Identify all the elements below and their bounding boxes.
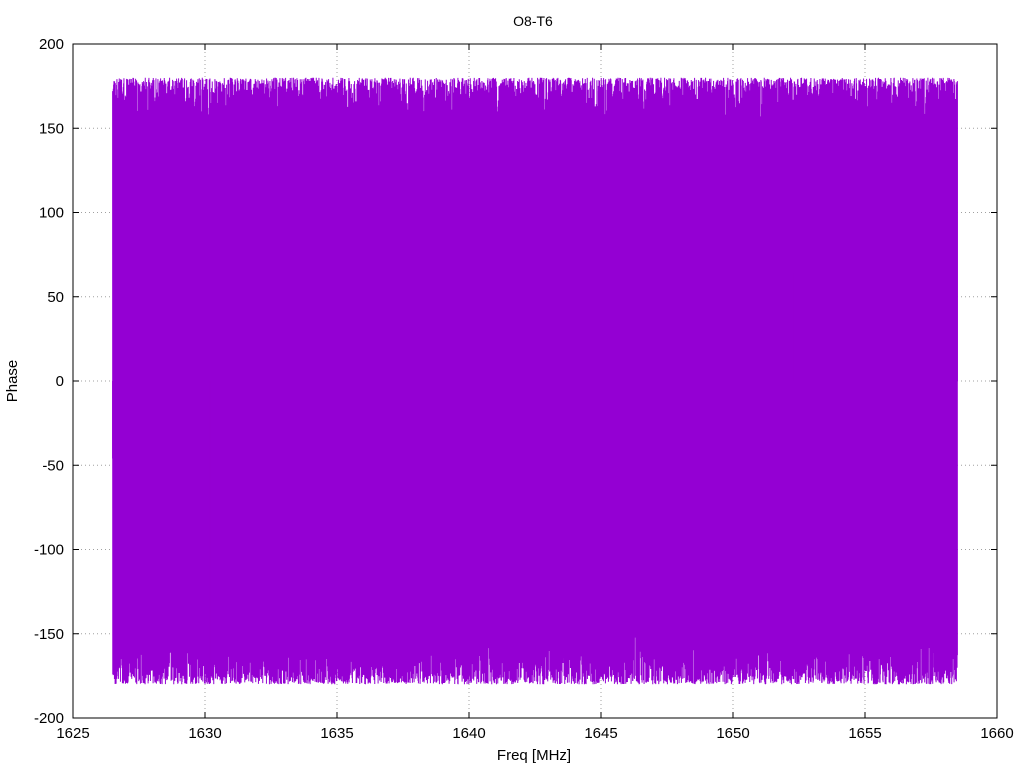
x-tick-label: 1645	[584, 725, 617, 742]
y-tick-labels: 200 150 100 50 0 -50 -100 -150 -200	[34, 36, 64, 727]
y-tick-label: 150	[39, 120, 64, 137]
chart-title: O8-T6	[513, 13, 553, 29]
y-tick-label: 100	[39, 205, 64, 222]
y-tick-label: -100	[34, 542, 64, 559]
y-tick-label: -150	[34, 626, 64, 643]
y-tick-label: 200	[39, 36, 64, 53]
x-tick-label: 1660	[980, 725, 1013, 742]
y-tick-label: 50	[47, 289, 64, 306]
phase-chart: 1625 1630 1635 1640 1645 1650 1655 1660 200 150 1…	[4, 13, 1014, 764]
x-tick-label: 1635	[320, 725, 353, 742]
y-tick-label: -50	[42, 457, 64, 474]
y-tick-label: 0	[56, 373, 64, 390]
y-axis-title: Phase	[4, 360, 21, 403]
x-tick-label: 1630	[188, 725, 221, 742]
x-tick-label: 1640	[452, 725, 485, 742]
x-axis-title: Freq [MHz]	[497, 747, 571, 764]
y-tick-label: -200	[34, 710, 64, 727]
x-tick-label: 1655	[848, 725, 881, 742]
x-tick-label: 1625	[56, 725, 89, 742]
x-tick-label: 1650	[716, 725, 749, 742]
phase-trace	[112, 77, 958, 685]
x-tick-labels: 1625 1630 1635 1640 1645 1650 1655 1660	[56, 725, 1013, 742]
